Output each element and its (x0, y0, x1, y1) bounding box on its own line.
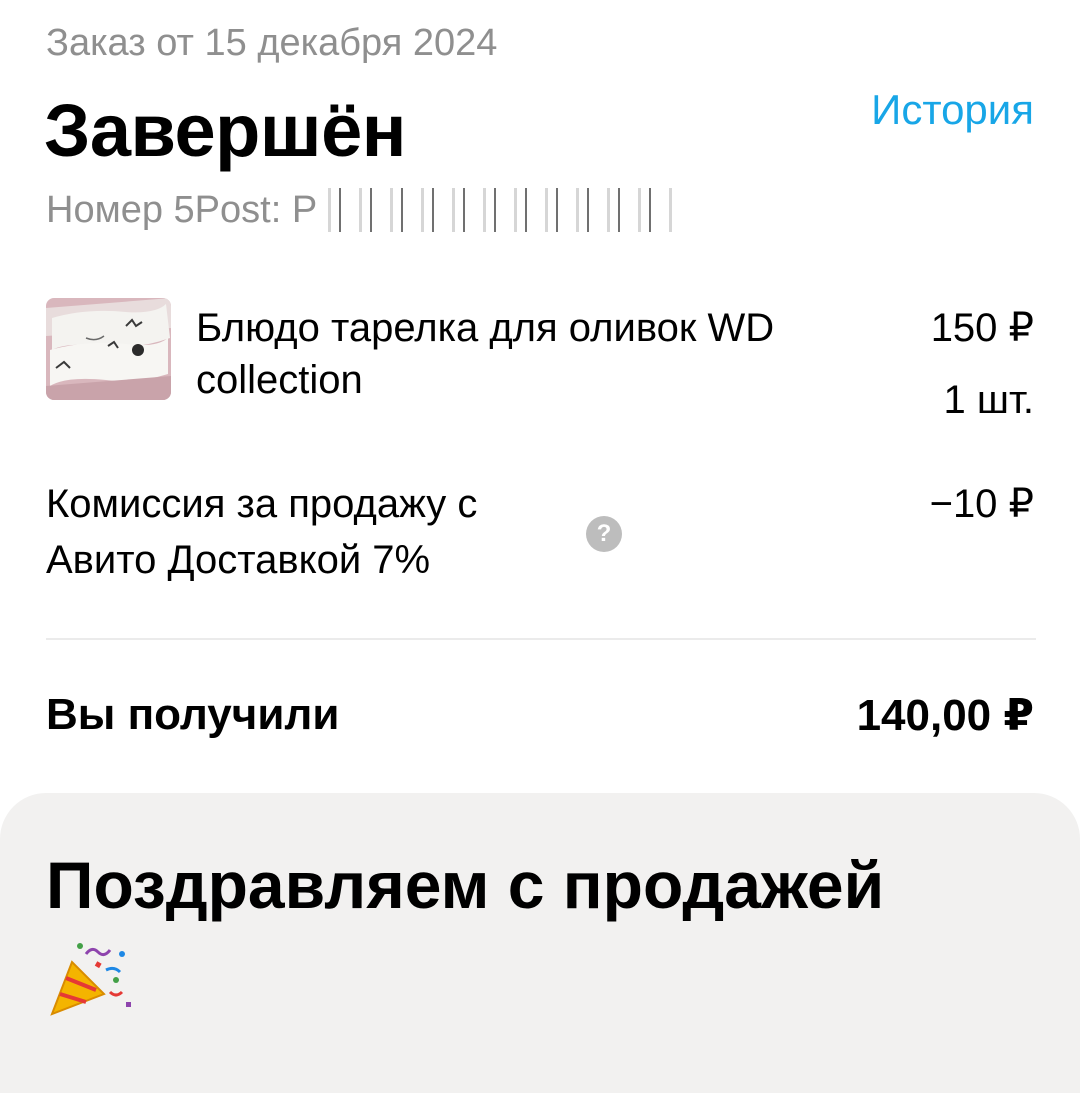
congratulations-title: Поздравляем с продажей (46, 848, 885, 922)
commission-label: Комиссия за продажу с Авито Доставкой 7% (46, 482, 478, 582)
product-photo-icon (46, 298, 171, 400)
order-status-title: Завершён (44, 89, 406, 172)
product-thumbnail[interactable] (46, 298, 171, 400)
tracking-number-redacted (319, 188, 675, 232)
party-popper-icon (46, 940, 132, 1020)
product-title[interactable]: Блюдо тарелка для оливок WD collection (196, 302, 836, 406)
history-link[interactable]: История (871, 86, 1034, 134)
total-received-amount: 140,00 ₽ (856, 691, 1034, 740)
product-quantity: 1 шт. (943, 378, 1034, 422)
tracking-number-label: Номер 5Post: P (46, 188, 318, 231)
congratulations-card (0, 793, 1080, 1093)
tracking-number-row: Номер 5Post: P (46, 188, 675, 232)
divider (46, 638, 1036, 640)
product-price: 150 ₽ (930, 306, 1034, 350)
total-received-label: Вы получили (46, 690, 340, 739)
order-date: Заказ от 15 декабря 2024 (46, 22, 498, 64)
help-question-icon[interactable]: ? (586, 516, 622, 552)
commission-amount: −10 ₽ (929, 482, 1034, 526)
